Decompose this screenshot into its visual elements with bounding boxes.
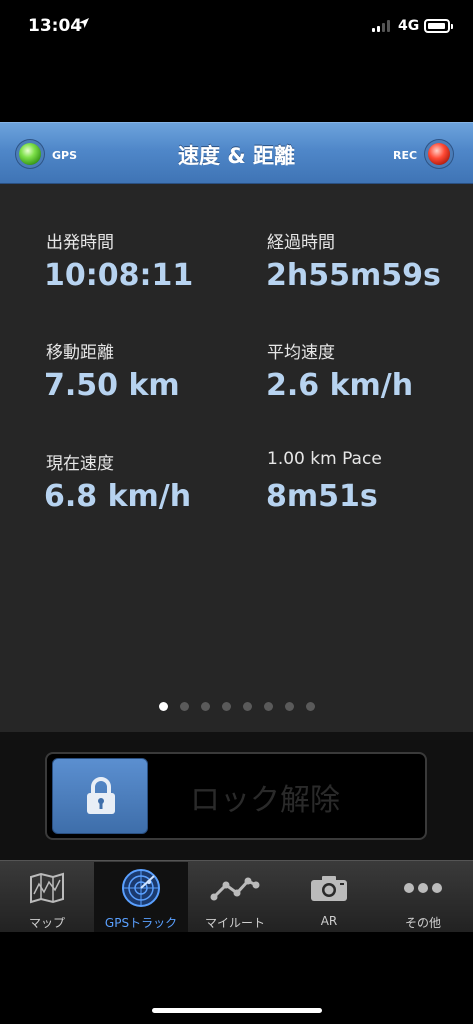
stat-value-elapsed-time: 2h55m59s <box>266 258 441 293</box>
network-type: 4G <box>398 18 420 34</box>
tab-label: GPSトラック <box>104 916 178 930</box>
stat-label-average-speed: 平均速度 <box>267 343 335 363</box>
tab-label: AR <box>320 914 338 928</box>
tab-ar[interactable]: AR <box>282 862 376 932</box>
stat-value-departure-time: 10:08:11 <box>44 258 194 293</box>
stat-label-departure-time: 出発時間 <box>46 233 114 253</box>
tab-more[interactable]: その他 <box>376 862 470 932</box>
page-dot[interactable] <box>179 702 189 711</box>
route-icon <box>210 877 260 901</box>
page-dot[interactable] <box>284 702 294 711</box>
battery-icon <box>424 19 453 33</box>
tab-gps-track[interactable]: GPSトラック <box>94 862 188 932</box>
signal-icon <box>372 20 390 32</box>
stat-label-distance: 移動距離 <box>46 343 114 363</box>
home-indicator[interactable] <box>152 1008 322 1013</box>
page-dot[interactable] <box>200 702 210 711</box>
page-dot[interactable] <box>158 702 168 711</box>
stat-label-pace: 1.00 km Pace <box>267 449 382 469</box>
page-dot[interactable] <box>242 702 252 711</box>
stat-value-pace: 8m51s <box>266 479 378 514</box>
tab-label: マップ <box>28 916 65 930</box>
rec-status-led-icon[interactable] <box>428 143 450 165</box>
radar-icon <box>122 869 160 907</box>
more-icon <box>404 883 442 893</box>
unlock-slider-handle[interactable] <box>52 758 148 834</box>
page-dot[interactable] <box>305 702 315 711</box>
padlock-icon <box>87 777 115 814</box>
tab-map[interactable]: マップ <box>0 862 94 932</box>
navigation-bar: GPS 速度 & 距離 REC <box>0 122 473 184</box>
page-control[interactable] <box>0 702 473 711</box>
camera-icon <box>311 876 347 901</box>
status-time: 13:04 <box>28 16 83 36</box>
location-arrow-icon <box>79 18 89 28</box>
stat-label-current-speed: 現在速度 <box>46 454 114 474</box>
map-icon <box>30 872 64 904</box>
tab-label: マイルート <box>204 916 265 930</box>
stat-value-distance: 7.50 km <box>44 368 180 403</box>
page-dot[interactable] <box>221 702 231 711</box>
page-dot[interactable] <box>263 702 273 711</box>
tab-label: その他 <box>404 916 441 930</box>
rec-label: REC <box>393 149 418 162</box>
stat-value-current-speed: 6.8 km/h <box>44 479 192 514</box>
stat-value-average-speed: 2.6 km/h <box>266 368 414 403</box>
tab-my-route[interactable]: マイルート <box>188 862 282 932</box>
unlock-label: ロック解除 <box>190 783 340 818</box>
stat-label-elapsed-time: 経過時間 <box>267 233 335 253</box>
